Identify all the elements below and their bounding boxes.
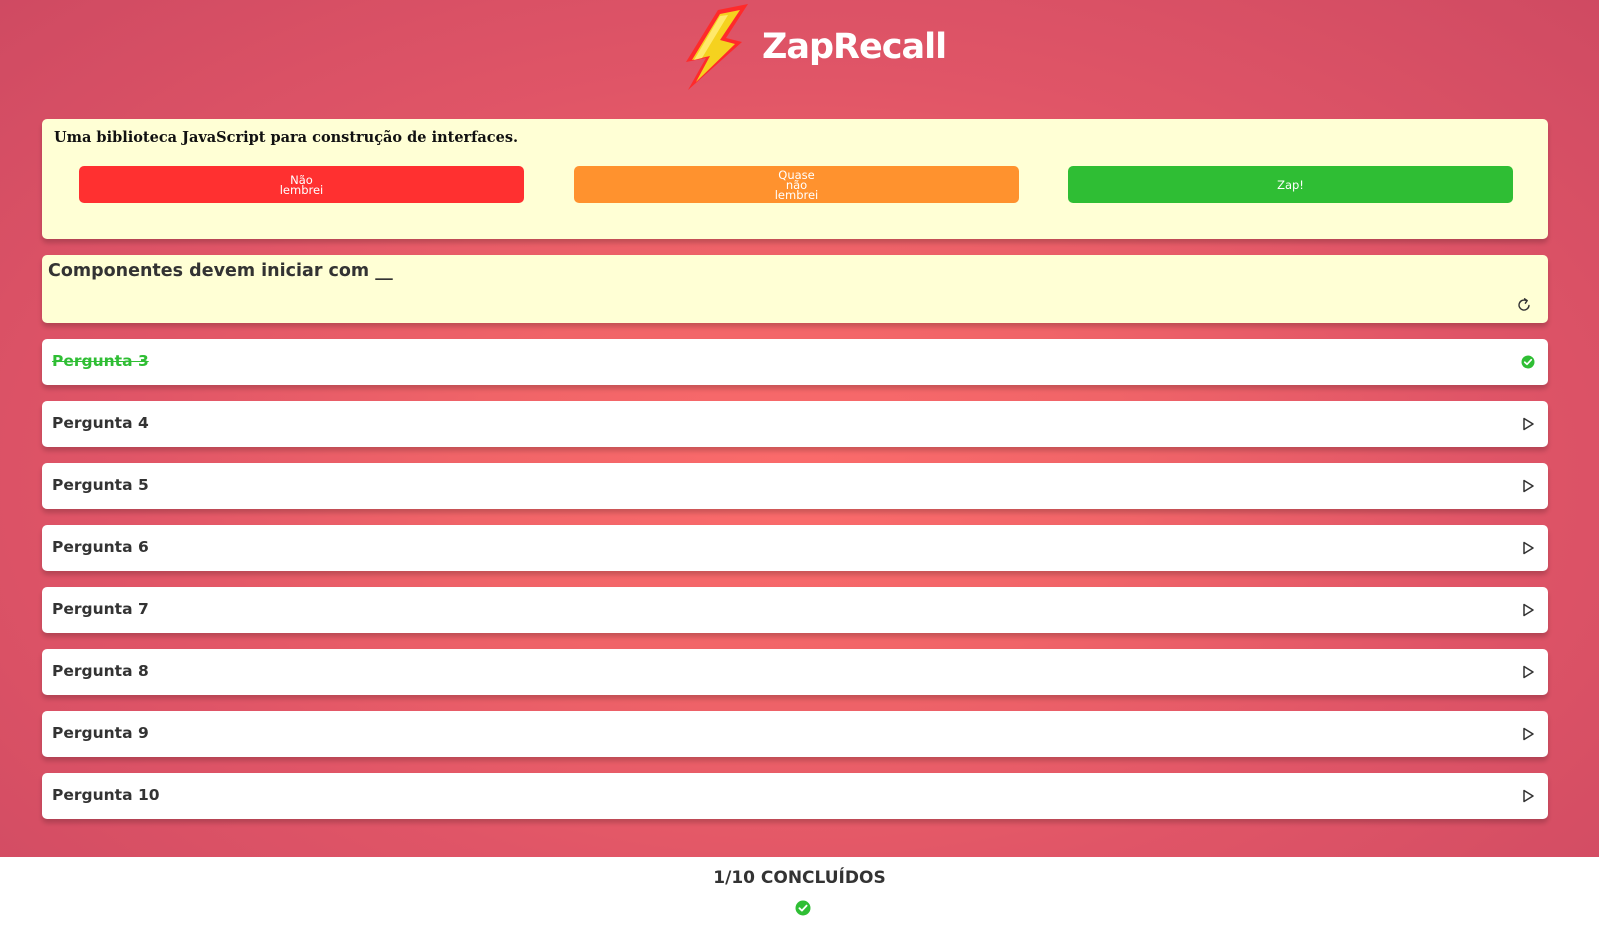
question-item[interactable]: Pergunta 5 [42,463,1548,509]
play-icon[interactable] [1520,664,1536,680]
question-text: Componentes devem iniciar com __ [48,261,393,281]
zap-button[interactable]: Zap! [1068,166,1513,203]
check-circle-icon [1521,355,1535,369]
question-label: Pergunta 6 [52,538,149,556]
question-label: Pergunta 9 [52,724,149,742]
question-item[interactable]: Pergunta 6 [42,525,1548,571]
almost-forgot-button[interactable]: Quase não lembrei [574,166,1019,203]
question-item[interactable]: Pergunta 10 [42,773,1548,819]
question-item[interactable]: Pergunta 3 [42,339,1548,385]
check-circle-icon [795,900,811,916]
turn-icon[interactable] [1516,297,1532,313]
play-icon[interactable] [1520,416,1536,432]
question-item[interactable]: Pergunta 7 [42,587,1548,633]
question-label: Pergunta 10 [52,786,160,804]
play-icon[interactable] [1520,478,1536,494]
question-label: Pergunta 5 [52,476,149,494]
question-card: Componentes devem iniciar com __ [42,255,1548,323]
question-item[interactable]: Pergunta 4 [42,401,1548,447]
lightning-logo-icon [686,4,748,90]
question-item[interactable]: Pergunta 9 [42,711,1548,757]
play-icon[interactable] [1520,540,1536,556]
question-label: Pergunta 4 [52,414,149,432]
play-icon[interactable] [1520,602,1536,618]
progress-text: 1/10 CONCLUÍDOS [713,868,886,888]
header: ZapRecall [0,0,1599,96]
question-label: Pergunta 8 [52,662,149,680]
forgot-button[interactable]: Não lembrei [79,166,524,203]
footer: 1/10 CONCLUÍDOS [0,857,1599,925]
question-item[interactable]: Pergunta 8 [42,649,1548,695]
play-icon[interactable] [1520,726,1536,742]
answer-text: Uma biblioteca JavaScript para construçã… [54,129,519,146]
answer-card: Uma biblioteca JavaScript para construçã… [42,119,1548,239]
question-label: Pergunta 7 [52,600,149,618]
play-icon[interactable] [1520,788,1536,804]
app-title: ZapRecall [762,27,947,67]
question-label: Pergunta 3 [52,352,149,370]
